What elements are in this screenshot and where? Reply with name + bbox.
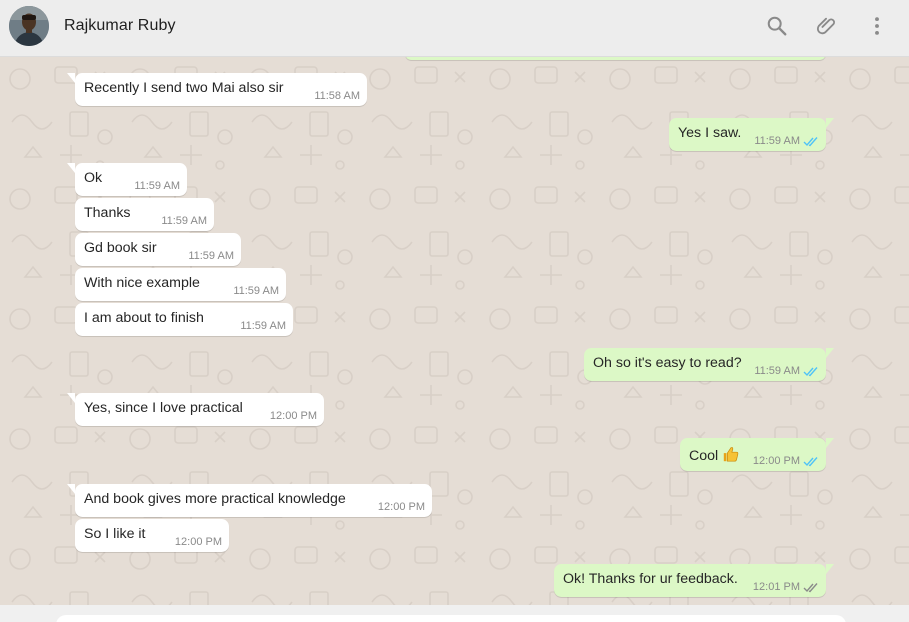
read-double-check-icon (803, 456, 818, 466)
message-time: 12:00 PM (377, 501, 425, 513)
message-time: 12:00 PM (752, 455, 800, 467)
message-text: Thanks (84, 205, 131, 221)
message-text: Yes, since I love practical (84, 400, 243, 416)
message-input[interactable] (56, 615, 846, 622)
bubble-tail (67, 163, 75, 173)
message-incoming[interactable]: Ok 11:59 AM (67, 163, 187, 196)
bubble-tail (826, 564, 834, 574)
delivered-double-check-icon (803, 582, 818, 592)
menu-icon[interactable] (865, 14, 889, 38)
read-double-check-icon (803, 366, 818, 376)
message-time: 11:59 AM (188, 250, 234, 262)
thumbs-up-emoji-icon (723, 447, 739, 462)
bubble-tail (67, 484, 75, 494)
message-incoming[interactable]: Thanks 11:59 AM (75, 198, 214, 231)
message-incoming[interactable]: Recently I send two Mai also sir 11:58 A… (67, 73, 367, 106)
message-text: Cool (689, 448, 719, 464)
message-time: 11:59 AM (240, 320, 286, 332)
message-incoming[interactable]: Yes, since I love practical 12:00 PM (67, 393, 324, 426)
message-incoming[interactable]: So I like it 12:00 PM (75, 519, 229, 552)
compose-bar (0, 605, 909, 622)
bubble-tail (826, 348, 834, 358)
message-text: Recently I send two Mai also sir (84, 80, 284, 96)
message-outgoing[interactable]: Cool 12:00 PM (680, 438, 834, 471)
message-incoming[interactable]: And book gives more practical knowledge … (67, 484, 432, 517)
bubble-tail (826, 438, 834, 448)
message-text: I am about to finish (84, 310, 204, 326)
message-text: And book gives more practical knowledge (84, 491, 346, 507)
message-time: 11:59 AM (754, 135, 800, 147)
message-text: Yes I saw. (678, 125, 742, 141)
message-text: Ok (84, 170, 103, 186)
message-outgoing[interactable]: Oh so it's easy to read? 11:59 AM (584, 348, 834, 381)
attach-icon[interactable] (815, 14, 839, 38)
contact-name[interactable]: Rajkumar Ruby (64, 17, 176, 35)
bubble-tail (67, 73, 75, 83)
message-text: Oh so it's easy to read? (593, 355, 742, 371)
message-outgoing[interactable]: Ok! Thanks for ur feedback. 12:01 PM (554, 564, 834, 597)
message-time: 12:01 PM (752, 581, 800, 593)
read-double-check-icon (803, 136, 818, 146)
message-outgoing[interactable]: Yes I saw. 11:59 AM (669, 118, 834, 151)
search-icon[interactable] (765, 14, 789, 38)
message-incoming[interactable]: With nice example 11:59 AM (75, 268, 286, 301)
previous-message-bubble (405, 57, 826, 60)
message-time: 11:59 AM (161, 215, 207, 227)
message-text: So I like it (84, 526, 146, 542)
bubble-tail (826, 118, 834, 128)
bubble-tail (67, 393, 75, 403)
message-time: 12:00 PM (269, 410, 317, 422)
message-time: 12:00 PM (174, 536, 222, 548)
contact-avatar[interactable] (9, 6, 49, 46)
message-time: 11:59 AM (134, 180, 180, 192)
message-incoming[interactable]: Gd book sir 11:59 AM (75, 233, 241, 266)
message-text: Ok! Thanks for ur feedback. (563, 571, 738, 587)
message-time: 11:58 AM (314, 90, 360, 102)
message-time: 11:59 AM (233, 285, 279, 297)
message-text: With nice example (84, 275, 200, 291)
chat-header: Rajkumar Ruby (0, 0, 909, 57)
message-time: 11:59 AM (754, 365, 800, 377)
message-incoming[interactable]: I am about to finish 11:59 AM (75, 303, 293, 336)
message-list[interactable]: Recently I send two Mai also sir 11:58 A… (0, 57, 909, 605)
message-text: Gd book sir (84, 240, 157, 256)
